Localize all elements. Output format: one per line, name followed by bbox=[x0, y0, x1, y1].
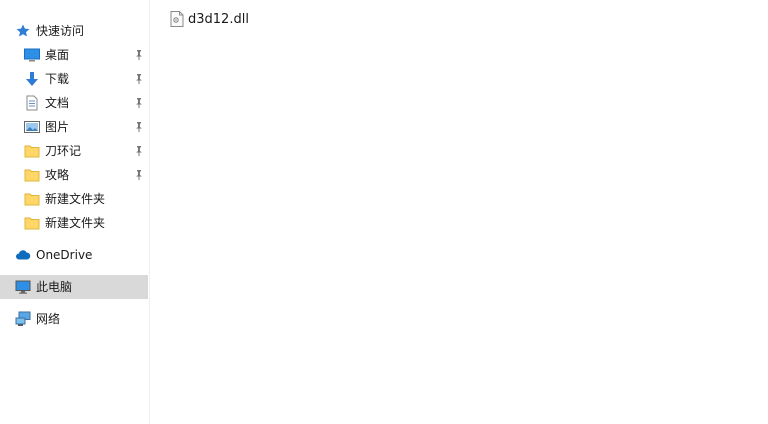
nav-label-this-pc: 此电脑 bbox=[36, 280, 73, 294]
pin-icon[interactable] bbox=[132, 95, 146, 111]
nav-label-pictures: 图片 bbox=[45, 120, 70, 134]
picture-icon bbox=[24, 119, 40, 135]
folder-icon bbox=[24, 191, 40, 207]
nav-label-quick-access: 快速访问 bbox=[36, 24, 85, 38]
nav-item-downloads[interactable]: 下载 bbox=[0, 67, 148, 91]
computer-icon bbox=[15, 279, 31, 295]
nav-label-folder: 攻略 bbox=[45, 168, 70, 182]
nav-item-onedrive[interactable]: OneDrive bbox=[0, 243, 148, 267]
desktop-icon bbox=[24, 47, 40, 63]
pin-icon[interactable] bbox=[132, 167, 146, 183]
nav-item-new-folder[interactable]: 新建文件夹 bbox=[0, 211, 148, 235]
download-icon bbox=[24, 71, 40, 87]
nav-label-onedrive: OneDrive bbox=[36, 248, 93, 262]
document-icon bbox=[24, 95, 40, 111]
nav-item-documents[interactable]: 文档 bbox=[0, 91, 148, 115]
nav-item-network[interactable]: 网络 bbox=[0, 307, 148, 331]
folder-icon bbox=[24, 167, 40, 183]
folder-icon bbox=[24, 143, 40, 159]
nav-item-pictures[interactable]: 图片 bbox=[0, 115, 148, 139]
cloud-icon bbox=[15, 247, 31, 263]
pin-icon[interactable] bbox=[132, 47, 146, 63]
star-icon bbox=[15, 23, 31, 39]
nav-item-folder-gonglue[interactable]: 攻略 bbox=[0, 163, 148, 187]
nav-item-folder-daohuanji[interactable]: 刀环记 bbox=[0, 139, 148, 163]
pin-icon[interactable] bbox=[132, 119, 146, 135]
nav-label-network: 网络 bbox=[36, 312, 61, 326]
nav-quick-access[interactable]: 快速访问 bbox=[0, 19, 148, 43]
folder-icon bbox=[24, 215, 40, 231]
dll-file-icon bbox=[170, 11, 184, 27]
nav-label-folder: 新建文件夹 bbox=[45, 192, 106, 206]
nav-label-desktop: 桌面 bbox=[45, 48, 70, 62]
nav-item-this-pc[interactable]: 此电脑 bbox=[0, 275, 148, 299]
navigation-pane: 快速访问 桌面 下载 文档 图片 刀环记 攻略 新建文件夹 新建文件夹 OneD… bbox=[0, 0, 150, 424]
file-item[interactable]: d3d12.dll bbox=[170, 9, 249, 29]
nav-label-folder: 刀环记 bbox=[45, 144, 82, 158]
pin-icon[interactable] bbox=[132, 143, 146, 159]
pin-icon[interactable] bbox=[132, 71, 146, 87]
network-icon bbox=[15, 311, 31, 327]
nav-label-folder: 新建文件夹 bbox=[45, 216, 106, 230]
nav-item-new-folder[interactable]: 新建文件夹 bbox=[0, 187, 148, 211]
file-name: d3d12.dll bbox=[188, 11, 249, 27]
nav-label-downloads: 下载 bbox=[45, 72, 70, 86]
nav-label-documents: 文档 bbox=[45, 96, 70, 110]
nav-item-desktop[interactable]: 桌面 bbox=[0, 43, 148, 67]
